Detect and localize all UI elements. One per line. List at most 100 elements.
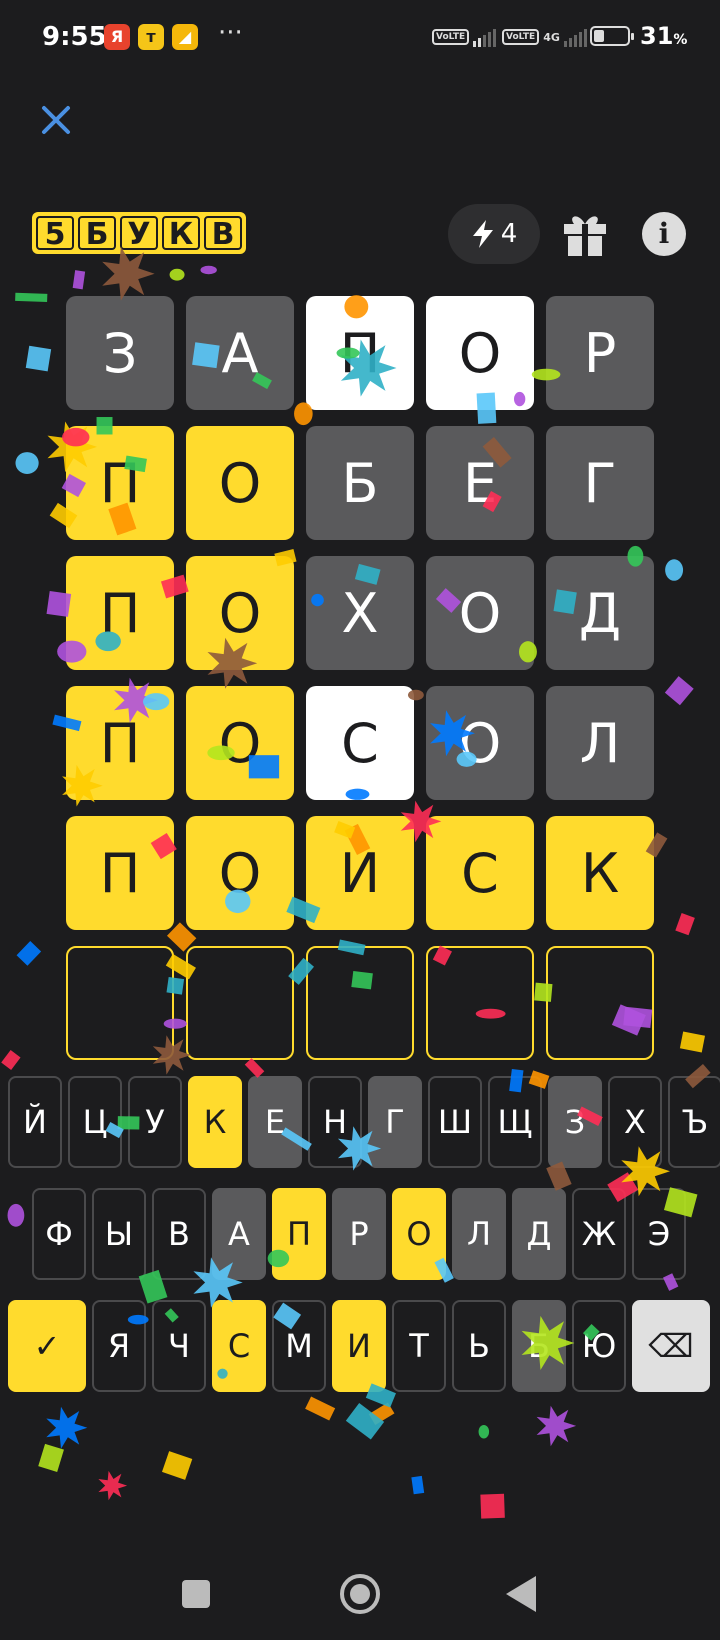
key-П[interactable]: П xyxy=(272,1188,326,1280)
confetti-piece xyxy=(478,1424,490,1439)
key-И[interactable]: И xyxy=(332,1300,386,1392)
letter-tile: Х xyxy=(306,556,414,670)
key-Э[interactable]: Э xyxy=(632,1188,686,1280)
confetti-piece xyxy=(1,1050,21,1070)
letter-tile: О xyxy=(426,296,534,410)
key-Ю[interactable]: Ю xyxy=(572,1300,626,1392)
letter-tile: О xyxy=(426,686,534,800)
lightning-icon xyxy=(472,220,493,248)
letter-tile: О xyxy=(186,556,294,670)
logo-letter: 5 xyxy=(36,216,74,252)
confetti-piece xyxy=(15,452,39,475)
key-Я[interactable]: Я xyxy=(92,1300,146,1392)
yandex-icon: Я xyxy=(104,24,130,50)
close-button[interactable] xyxy=(36,100,76,140)
hints-button[interactable]: 4 xyxy=(448,204,540,264)
key-З[interactable]: З xyxy=(548,1076,602,1168)
confetti-piece xyxy=(679,1031,705,1053)
letter-tile: Л xyxy=(546,686,654,800)
key-Ш[interactable]: Ш xyxy=(428,1076,482,1168)
letter-tile: З xyxy=(66,296,174,410)
keyboard-row-1: ЙЦУКЕНГШЩЗХЪ xyxy=(8,1076,720,1168)
empty-tile xyxy=(186,946,294,1060)
letter-tile: П xyxy=(66,686,174,800)
confetti-piece xyxy=(102,246,155,301)
key-Ц[interactable]: Ц xyxy=(68,1076,122,1168)
confetti-piece xyxy=(244,1058,265,1078)
key-Б[interactable]: Б xyxy=(512,1300,566,1392)
more-notifications-icon: ··· xyxy=(218,18,243,48)
confetti-piece xyxy=(305,1396,336,1421)
letter-tile: Е xyxy=(426,426,534,540)
letter-tile: О xyxy=(186,426,294,540)
confetti-piece xyxy=(46,1406,88,1449)
key-Д[interactable]: Д xyxy=(512,1188,566,1280)
key-Ь[interactable]: Ь xyxy=(452,1300,506,1392)
empty-tile xyxy=(546,946,654,1060)
letter-tile: Д xyxy=(546,556,654,670)
backspace-key[interactable]: ⌫ xyxy=(632,1300,710,1392)
confetti-piece xyxy=(411,1475,425,1495)
network-type: 4G xyxy=(543,30,560,44)
key-А[interactable]: А xyxy=(212,1188,266,1280)
volte-badge: VoLTE xyxy=(502,29,540,45)
key-Ъ[interactable]: Ъ xyxy=(668,1076,720,1168)
enter-key[interactable]: ✓ xyxy=(8,1300,86,1392)
status-bar: 9:55 Я т ◢ ··· VoLTE VoLTE 4G 31% xyxy=(0,0,720,80)
key-Т[interactable]: Т xyxy=(392,1300,446,1392)
confetti-piece xyxy=(536,1405,577,1447)
logo-letter: У xyxy=(120,216,158,252)
confetti-piece xyxy=(15,292,48,303)
letter-tile: О xyxy=(186,816,294,930)
letter-tile: С xyxy=(306,686,414,800)
letter-tile: П xyxy=(66,556,174,670)
letter-tile: К xyxy=(546,816,654,930)
key-Н[interactable]: Н xyxy=(308,1076,362,1168)
gift-button[interactable] xyxy=(560,210,610,258)
confetti-piece xyxy=(169,268,185,281)
key-Х[interactable]: Х xyxy=(608,1076,662,1168)
key-Ы[interactable]: Ы xyxy=(92,1188,146,1280)
letter-tile: П xyxy=(66,816,174,930)
confetti-piece xyxy=(72,270,86,290)
key-Л[interactable]: Л xyxy=(452,1188,506,1280)
logo-letter: К xyxy=(162,216,200,252)
confetti-piece xyxy=(16,941,42,966)
confetti-piece xyxy=(25,345,52,372)
key-Й[interactable]: Й xyxy=(8,1076,62,1168)
key-Ч[interactable]: Ч xyxy=(152,1300,206,1392)
confetti-piece xyxy=(345,1403,385,1440)
confetti-piece xyxy=(7,1203,25,1227)
status-time: 9:55 xyxy=(42,22,107,52)
key-Г[interactable]: Г xyxy=(368,1076,422,1168)
home-button[interactable] xyxy=(340,1574,380,1614)
volte-badge: VoLTE xyxy=(432,29,470,45)
empty-tile xyxy=(426,946,534,1060)
back-button[interactable] xyxy=(506,1576,536,1612)
signal-bars-icon xyxy=(473,27,497,47)
keyboard-row-2: ФЫВАПРОЛДЖЭ xyxy=(32,1188,686,1280)
letter-tile: Г xyxy=(546,426,654,540)
info-button[interactable]: i xyxy=(642,212,686,256)
letter-tile: О xyxy=(186,686,294,800)
key-С[interactable]: С xyxy=(212,1300,266,1392)
key-О[interactable]: О xyxy=(392,1188,446,1280)
battery-level xyxy=(594,30,604,42)
key-Ф[interactable]: Ф xyxy=(32,1188,86,1280)
letter-tile: О xyxy=(426,556,534,670)
hints-count: 4 xyxy=(500,219,518,249)
key-У[interactable]: У xyxy=(128,1076,182,1168)
key-Ж[interactable]: Ж xyxy=(572,1188,626,1280)
key-Щ[interactable]: Щ xyxy=(488,1076,542,1168)
letter-tile: П xyxy=(66,426,174,540)
key-В[interactable]: В xyxy=(152,1188,206,1280)
recents-button[interactable] xyxy=(182,1580,210,1608)
key-Р[interactable]: Р xyxy=(332,1188,386,1280)
logo-letter: В xyxy=(204,216,242,252)
key-Е[interactable]: Е xyxy=(248,1076,302,1168)
confetti-piece xyxy=(675,913,695,936)
key-К[interactable]: К xyxy=(188,1076,242,1168)
key-М[interactable]: М xyxy=(272,1300,326,1392)
signal-bars-icon xyxy=(563,27,587,47)
close-icon xyxy=(42,106,70,134)
